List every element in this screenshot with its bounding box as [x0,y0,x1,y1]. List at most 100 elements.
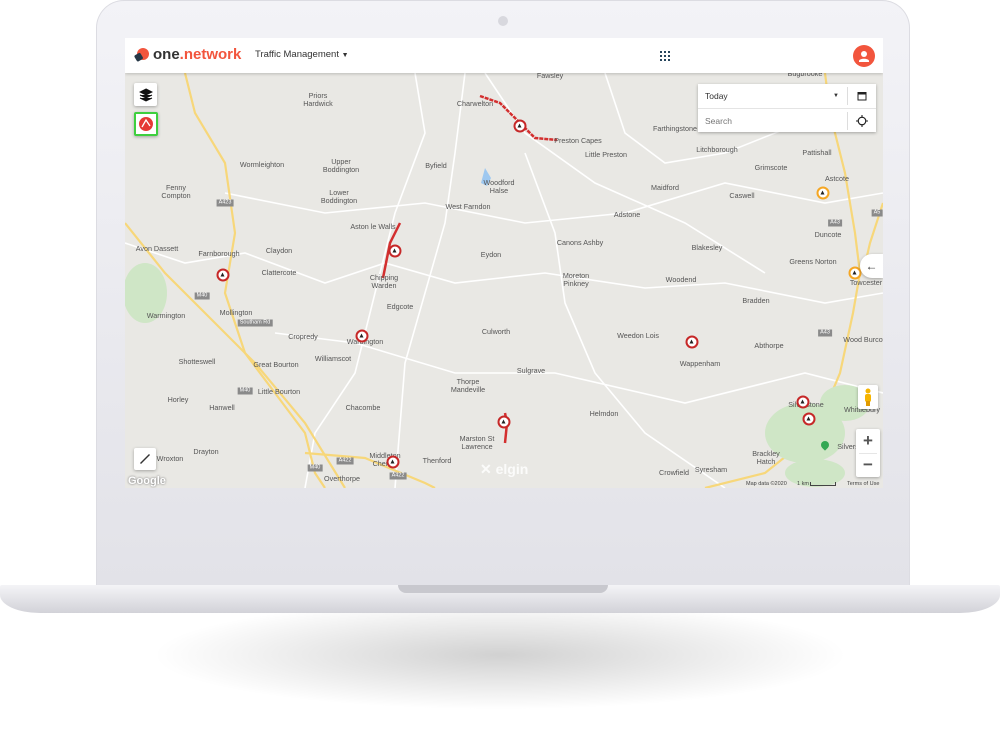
place-label: Towcester [849,278,883,287]
calendar-icon [857,92,867,101]
place-label: Marston St Lawrence [459,434,495,451]
road-label: A422 [336,457,354,465]
place-label: Crowfield [659,468,689,477]
place-label: Wormleighton [239,160,285,169]
layers-button[interactable] [134,83,157,106]
laptop-shadow [150,600,850,710]
place-label: Grimscote [754,163,788,172]
scale-bar [810,481,837,486]
zoom-out-button[interactable]: − [859,453,877,477]
place-label: Chipping Warden [369,273,399,290]
measure-ruler-button[interactable] [134,448,156,470]
road-label: Southam Rd [237,319,273,327]
road-label: M40 [194,292,210,300]
scale-label: 1 km [797,481,809,487]
place-label: Litchborough [696,145,738,154]
traffic-management-menu[interactable]: Traffic Management ▼ [255,49,349,60]
roadworks-layer-button[interactable] [134,112,158,136]
map-data-attribution: Map data ©2020 [746,481,787,487]
collapse-panel-button[interactable]: ← [860,254,883,278]
road-label: A423 [216,199,234,207]
place-label: Aston le Walls [350,222,396,231]
roadworks-marker[interactable] [796,395,810,409]
pegman-icon [865,388,871,406]
logo-text-network: .network [179,46,242,63]
place-label: Drayton [193,447,219,456]
place-label: Avon Dassett [135,244,179,253]
app-screen: one .network Traffic Management ▼ Fawsle… [125,38,883,488]
place-label: Wroxton [156,454,184,463]
elgin-logo-icon: ✕ [480,461,492,477]
place-label: Claydon [265,246,293,255]
place-label: Culworth [481,327,511,336]
place-label: Brackley Hatch [752,449,780,466]
apps-grid-icon[interactable] [660,51,670,61]
logo-icon [134,47,149,61]
place-label: Weedon Lois [617,331,659,340]
zoom-controls: + − [856,429,880,477]
place-label: Fawsley [536,71,564,80]
user-icon [859,51,869,62]
roadworks-icon [139,117,153,131]
place-label: Woodford Halse [483,178,515,195]
road-label: M40 [307,464,323,472]
roadworks-marker[interactable] [513,119,527,133]
place-label: Abthorpe [754,341,784,350]
caret-down-icon: ▼ [833,93,839,99]
map-canvas[interactable]: Fawsley Priors Hardwick Charwelton Preston … [125,70,883,488]
road-label: A5 [871,209,883,217]
top-bar: one .network Traffic Management ▼ [125,38,883,73]
caret-down-icon: ▼ [341,52,349,59]
place-label: Caswell [729,191,755,200]
roadworks-marker[interactable] [685,335,699,349]
terms-of-use-link[interactable]: Terms of Use [847,481,879,487]
arrow-left-icon: ← [865,259,878,273]
place-label: Fenny Compton [161,183,191,200]
place-label: Priors Hardwick [303,91,333,108]
place-label: Woodend [665,275,697,284]
roadworks-marker[interactable] [216,268,230,282]
roadworks-marker[interactable] [497,415,511,429]
place-label: Preston Capes [554,136,602,145]
place-label: Eydon [480,250,502,259]
ruler-icon [140,454,150,464]
google-logo: Google [128,475,166,487]
place-label: Syresham [694,465,728,474]
place-label: Greens Norton [789,257,837,266]
place-label: Little Bourton [257,387,301,396]
logo-text-one: one [153,46,180,63]
locate-button[interactable] [847,112,876,130]
date-select[interactable]: Today ▼ [698,91,847,101]
place-label: Duncote [814,230,842,239]
map-scale: 1 km [797,481,837,487]
place-label: Warmington [146,311,186,320]
road-label: A43 [828,219,842,227]
place-label: Shotteswell [178,357,216,366]
logo[interactable]: one .network [134,46,241,63]
road-label: A422 [389,472,407,480]
calendar-button[interactable] [847,87,876,105]
zoom-in-button[interactable]: + [863,429,873,453]
roadworks-marker[interactable] [802,412,816,426]
place-label: Thorpe Mandeville [450,377,486,394]
street-view-pegman[interactable] [858,385,878,409]
roadworks-marker[interactable] [388,244,402,258]
roadworks-marker[interactable] [355,329,369,343]
road-label: A43 [818,329,832,337]
search-input[interactable] [698,115,847,127]
place-label: Pattishall [802,148,832,157]
place-label: Horley [167,395,189,404]
user-avatar-button[interactable] [853,45,875,67]
place-label: Blakesley [691,243,723,252]
place-label: Maidford [651,183,679,192]
place-label: Sulgrave [516,366,546,375]
planned-roadworks-marker[interactable] [816,186,830,200]
place-label: West Farndon [445,202,491,211]
elgin-text: elgin [495,461,529,477]
place-label: Lower Boddington [320,188,358,205]
place-label: Wood Burcote [843,335,883,344]
place-label: Upper Boddington [322,157,360,174]
roadworks-marker[interactable] [386,455,400,469]
place-label: Little Preston [585,150,627,159]
place-label: Chacombe [345,403,381,412]
